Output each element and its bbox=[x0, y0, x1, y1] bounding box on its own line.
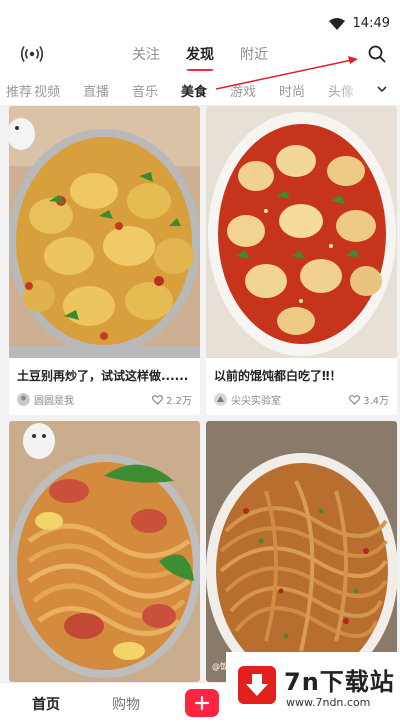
like-button[interactable]: 3.4万 bbox=[349, 392, 389, 407]
category-music[interactable]: 音乐 bbox=[132, 81, 181, 100]
heart-icon bbox=[349, 394, 360, 405]
category-bar: 推荐 视频 直播 音乐 美食 游戏 时尚 头像 bbox=[0, 72, 400, 106]
card-image bbox=[9, 421, 200, 682]
tab-following[interactable]: 关注 bbox=[132, 44, 160, 68]
search-icon[interactable] bbox=[368, 45, 386, 63]
feed-card[interactable]: @饭桶菜小菜 bbox=[206, 421, 397, 682]
card-author[interactable]: 尖尖实验室 bbox=[214, 392, 281, 407]
category-games[interactable]: 游戏 bbox=[230, 81, 279, 100]
category-fade bbox=[330, 72, 370, 105]
publish-button[interactable] bbox=[185, 689, 219, 717]
tab-discover[interactable]: 发现 bbox=[186, 44, 214, 71]
plus-icon bbox=[195, 696, 209, 710]
feed-card[interactable]: 土豆别再炒了，试试这样做...... 圆圆是我 2.2万 bbox=[9, 106, 200, 415]
category-list: 推荐 视频 直播 音乐 美食 游戏 时尚 头像 bbox=[6, 81, 377, 100]
card-meta: 尖尖实验室 3.4万 bbox=[206, 384, 397, 407]
watermark-url: www.7ndn.com bbox=[286, 696, 371, 709]
status-time: 14:49 bbox=[352, 16, 390, 31]
card-image bbox=[206, 421, 397, 682]
status-bar: 14:49 bbox=[0, 0, 400, 36]
like-count: 3.4万 bbox=[363, 396, 389, 407]
wifi-icon bbox=[328, 17, 345, 30]
category-fashion[interactable]: 时尚 bbox=[279, 81, 328, 100]
card-author[interactable]: 圆圆是我 bbox=[17, 392, 74, 407]
top-nav: 关注 发现 附近 bbox=[0, 36, 400, 72]
like-count: 2.2万 bbox=[166, 396, 192, 407]
status-right: 14:49 bbox=[328, 16, 390, 31]
card-title: 以前的馄饨都白吃了‼！ bbox=[214, 369, 342, 383]
feed-card[interactable] bbox=[9, 421, 200, 682]
nav-shopping[interactable]: 购物 bbox=[112, 694, 140, 714]
watermark: 7n下载站 www.7ndn.com bbox=[226, 652, 400, 722]
watermark-brand: 7n下载站 bbox=[284, 668, 395, 696]
category-food[interactable]: 美食 bbox=[181, 81, 230, 100]
card-image bbox=[206, 106, 397, 358]
download-logo-icon bbox=[238, 666, 276, 704]
card-meta: 圆圆是我 2.2万 bbox=[9, 384, 200, 407]
chevron-down-icon[interactable] bbox=[376, 83, 388, 95]
avatar bbox=[17, 393, 30, 406]
tab-nearby[interactable]: 附近 bbox=[240, 44, 268, 68]
feed: 土豆别再炒了，试试这样做...... 圆圆是我 2.2万 以前的馄饨都白吃了‼！… bbox=[0, 106, 400, 682]
card-title: 土豆别再炒了，试试这样做...... bbox=[17, 369, 189, 383]
heart-icon bbox=[152, 394, 163, 405]
card-image bbox=[9, 106, 200, 358]
author-name: 尖尖实验室 bbox=[231, 396, 281, 407]
author-name: 圆圆是我 bbox=[34, 396, 74, 407]
avatar bbox=[214, 393, 227, 406]
category-live[interactable]: 直播 bbox=[83, 81, 132, 100]
category-recommend[interactable]: 推荐 bbox=[6, 81, 34, 100]
feed-card[interactable]: 以前的馄饨都白吃了‼！ 尖尖实验室 3.4万 bbox=[206, 106, 397, 415]
category-video[interactable]: 视频 bbox=[34, 81, 83, 100]
nav-home[interactable]: 首页 bbox=[32, 694, 60, 714]
top-tabs: 关注 发现 附近 bbox=[0, 44, 400, 71]
like-button[interactable]: 2.2万 bbox=[152, 392, 192, 407]
